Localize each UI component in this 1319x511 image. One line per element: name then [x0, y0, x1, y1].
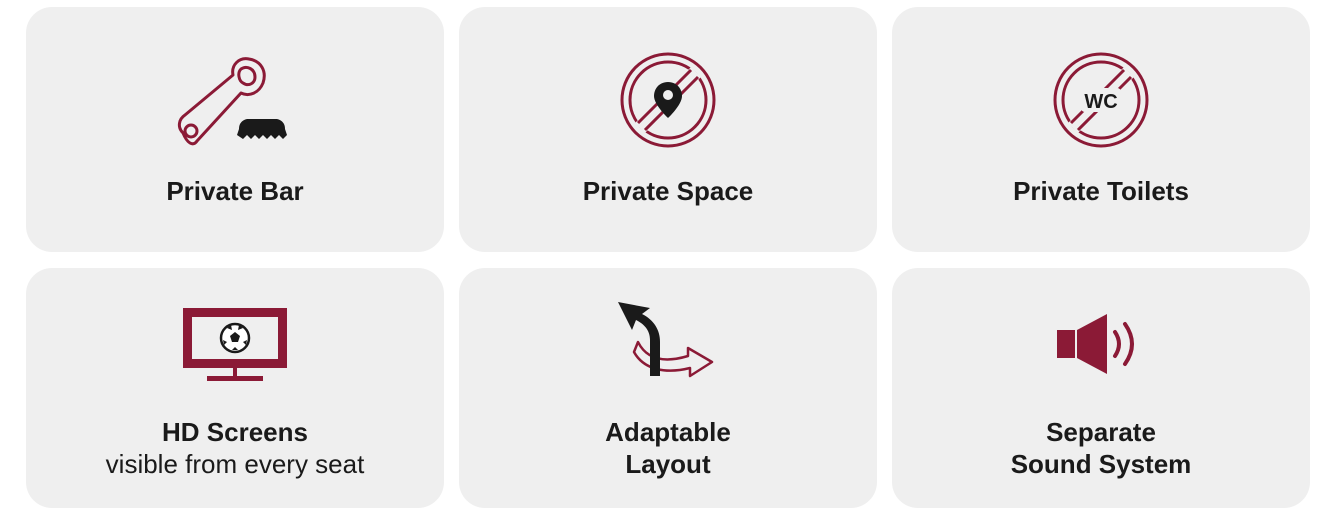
feature-title: HD Screens: [162, 417, 308, 447]
feature-title: Private Bar: [166, 176, 304, 206]
feature-label: HD Screens visible from every seat: [26, 416, 444, 480]
bottle-opener-icon: [175, 55, 295, 151]
feature-card-sound-system: Separate Sound System: [892, 268, 1310, 508]
feature-card-hd-screens: HD Screens visible from every seat: [26, 268, 444, 508]
feature-title: Private Space: [582, 176, 754, 206]
feature-title: Separate: [1046, 417, 1156, 447]
wc-icon-text: WC: [1084, 91, 1117, 113]
feature-card-private-bar: Private Bar: [26, 7, 444, 252]
tv-football-icon: [183, 308, 287, 384]
feature-label: Private Toilets: [892, 175, 1310, 207]
feature-subtitle: Layout: [625, 449, 711, 479]
location-pin-icon: [618, 50, 718, 150]
wc-icon: WC: [1051, 50, 1151, 150]
feature-title: Private Toilets: [1013, 176, 1189, 206]
feature-label: Adaptable Layout: [459, 416, 877, 480]
feature-title: Adaptable: [605, 417, 731, 447]
feature-card-private-toilets: WC Private Toilets: [892, 7, 1310, 252]
feature-card-private-space: Private Space: [459, 7, 877, 252]
feature-label: Separate Sound System: [892, 416, 1310, 480]
feature-card-adaptable-layout: Adaptable Layout: [459, 268, 877, 508]
feature-label: Private Bar: [26, 175, 444, 207]
curved-arrows-icon: [608, 300, 728, 380]
speaker-icon: [1051, 312, 1151, 376]
feature-subtitle: Sound System: [1010, 449, 1192, 479]
feature-subtitle: visible from every seat: [105, 449, 365, 479]
feature-label: Private Space: [459, 175, 877, 207]
